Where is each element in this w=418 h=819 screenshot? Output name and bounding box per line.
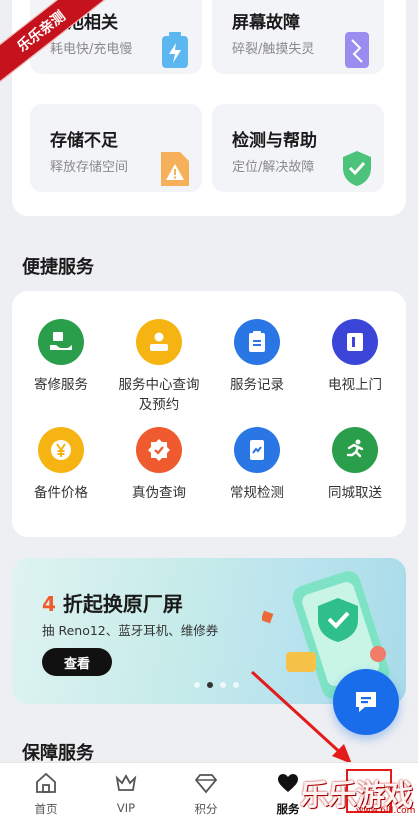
banner-headline-text: 折起换原厂屏 <box>55 592 183 616</box>
service-label: 寄修服务 <box>34 377 88 393</box>
watermark-url: www.6lll.com <box>356 806 416 816</box>
banner-dot-active[interactable] <box>207 682 213 688</box>
issue-card-subtitle: 释放存储空间 <box>50 160 129 175</box>
nav-label: 积分 <box>194 802 218 816</box>
mail-repair-icon <box>38 319 84 365</box>
banner-dot[interactable] <box>233 682 239 688</box>
broken-screen-icon <box>345 32 369 68</box>
battery-icon <box>162 32 188 68</box>
quick-services-panel: 寄修服务 服务中心查询 及预约 服务记录 电视上门 备件价格 真伪查询 常规检测… <box>12 291 406 537</box>
crown-icon <box>115 774 137 791</box>
chat-fab-button[interactable] <box>333 669 399 735</box>
authenticity-check-icon <box>136 427 182 473</box>
chat-icon <box>356 692 376 712</box>
service-label: 服务中心查询 及预约 <box>118 377 200 413</box>
nav-vip[interactable]: VIP <box>96 771 156 815</box>
banner-dot[interactable] <box>220 682 226 688</box>
issue-card-title: 检测与帮助 <box>232 131 317 151</box>
service-label: 常规检测 <box>230 485 284 501</box>
issue-card-title: 存储不足 <box>50 131 118 151</box>
yuan-price-icon <box>38 427 84 473</box>
service-label: 服务记录 <box>230 377 284 393</box>
issue-cards-panel: 电池相关 耗电快/充电慢 屏幕故障 碎裂/触摸失灵 存储不足 释放存储空间 检测… <box>12 0 406 216</box>
issue-card-subtitle: 耗电快/充电慢 <box>50 42 133 57</box>
service-center-icon <box>136 319 182 365</box>
service-courier[interactable]: 同城取送 <box>306 427 404 503</box>
banner-pagination[interactable] <box>194 682 239 688</box>
service-label: 同城取送 <box>328 485 382 501</box>
banner-view-button[interactable]: 查看 <box>42 648 112 676</box>
issue-card-screen[interactable]: 屏幕故障 碎裂/触摸失灵 <box>212 0 384 74</box>
nav-label: 首页 <box>34 802 58 816</box>
heart-icon <box>278 774 298 792</box>
service-label: 电视上门 <box>328 377 382 393</box>
banner-discount-number: 4 <box>42 592 56 616</box>
issue-card-subtitle: 碎裂/触摸失灵 <box>232 42 315 57</box>
issue-card-subtitle: 定位/解决故障 <box>232 160 315 175</box>
banner-headline: 4 折起换原厂屏 <box>42 588 183 617</box>
service-tv-door[interactable]: 电视上门 <box>306 319 404 395</box>
shield-check-icon <box>343 151 371 186</box>
service-parts-price[interactable]: 备件价格 <box>12 427 110 503</box>
storage-warning-icon <box>161 152 189 186</box>
service-records[interactable]: 服务记录 <box>208 319 306 395</box>
nav-points[interactable]: 积分 <box>176 771 236 817</box>
service-center-query[interactable]: 服务中心查询 及预约 <box>110 319 208 415</box>
issue-card-storage[interactable]: 存储不足 释放存储空间 <box>30 104 202 192</box>
service-mail-repair[interactable]: 寄修服务 <box>12 319 110 395</box>
banner-subtitle: 抽 Reno12、蓝牙耳机、维修券 <box>42 623 219 638</box>
service-label: 备件价格 <box>34 485 88 501</box>
tv-door-icon <box>332 319 378 365</box>
service-detection[interactable]: 常规检测 <box>208 427 306 503</box>
home-icon <box>36 772 56 793</box>
clipboard-icon <box>234 319 280 365</box>
service-label: 真伪查询 <box>132 485 186 501</box>
diamond-icon <box>194 774 218 794</box>
courier-run-icon <box>332 427 378 473</box>
nav-label: VIP <box>116 801 136 815</box>
banner-dot[interactable] <box>194 682 200 688</box>
nav-home[interactable]: 首页 <box>16 771 76 817</box>
service-authenticity[interactable]: 真伪查询 <box>110 427 208 503</box>
issue-card-detect[interactable]: 检测与帮助 定位/解决故障 <box>212 104 384 192</box>
issue-card-title: 屏幕故障 <box>232 13 300 33</box>
quick-services-title: 便捷服务 <box>22 257 94 278</box>
detection-icon <box>234 427 280 473</box>
